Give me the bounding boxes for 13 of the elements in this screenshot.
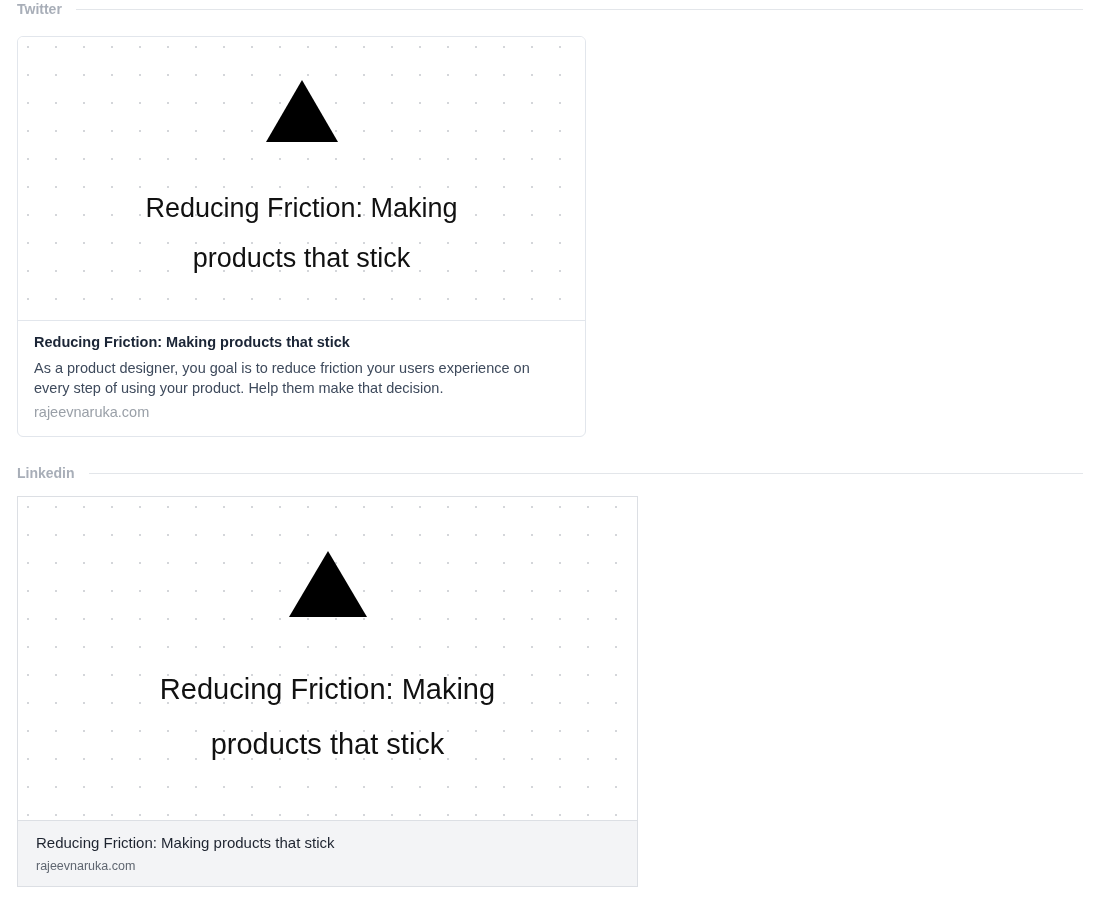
preview-domain: rajeevnaruka.com	[34, 402, 151, 422]
link-preview-card[interactable]: Reducing Friction: Making products that stick Reducing Friction: Making products that stick rajeevnaruka.com	[17, 495, 638, 887]
section-heading: Linkedin	[17, 464, 75, 483]
image-title: Reducing Friction: Making products that stick	[144, 192, 459, 275]
section-heading: Twitter	[17, 0, 62, 19]
preview-title: Reducing Friction: Making products that stick	[34, 333, 351, 352]
preview-domain: rajeevnaruka.com	[36, 858, 137, 875]
link-preview-card[interactable]	[17, 36, 586, 437]
triangle-icon	[288, 550, 367, 617]
preview-title: Reducing Friction: Making products that stick	[36, 832, 336, 853]
image-title: Reducing Friction: Making products that stick	[158, 671, 497, 762]
preview-description: As a product designer, you goal is to reduce friction your users experience on every step of using your product. Help them make that decision.	[34, 358, 531, 398]
triangle-icon	[265, 80, 338, 142]
